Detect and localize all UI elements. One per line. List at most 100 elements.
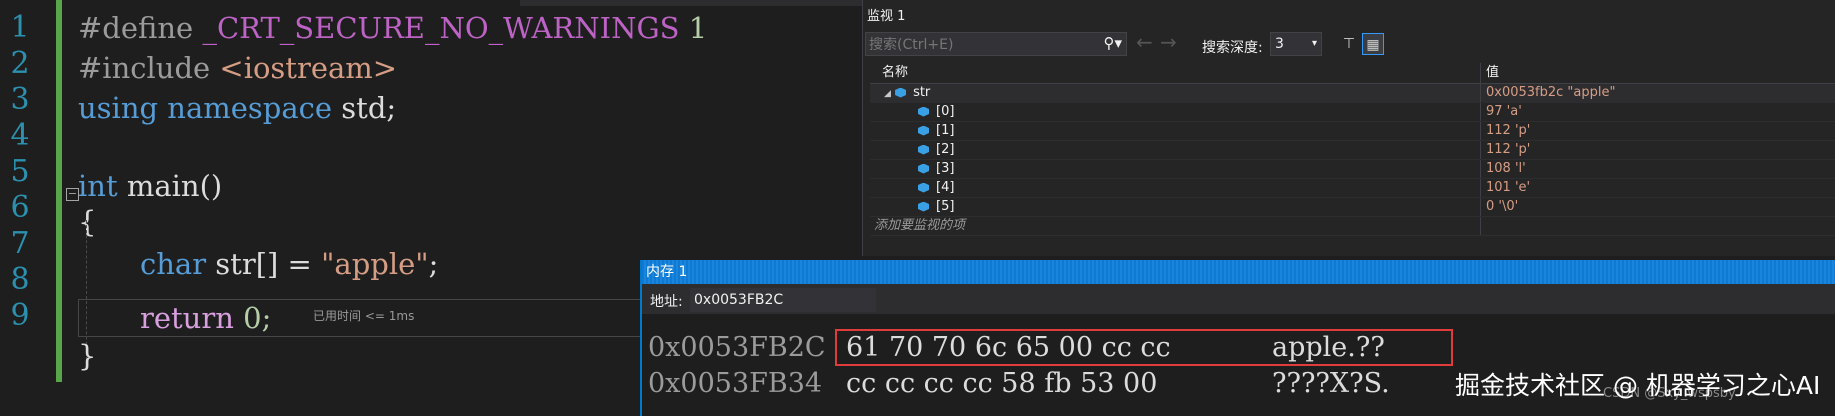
field-icon (918, 182, 929, 193)
semicolon: ; (428, 247, 439, 281)
collapse-arrow-icon[interactable]: ◢ (884, 89, 891, 99)
line-number: 7 (10, 226, 30, 261)
variable-icon (895, 87, 907, 98)
column-header-name[interactable]: 名称 (882, 63, 908, 83)
column-separator (1480, 160, 1481, 178)
search-depth-select[interactable]: 3 ▾ (1270, 32, 1322, 56)
include-header: <iostream> (219, 51, 398, 85)
watch-item-value[interactable]: 112 'p' (1486, 141, 1530, 159)
code-line-3[interactable]: using namespace std; (78, 88, 396, 128)
memory-row-address: 0x0053FB34 (648, 368, 823, 399)
keyword-char: char (140, 247, 207, 281)
memory-row-chars[interactable]: ????X?S. (1272, 366, 1390, 402)
watch-var-name: str (913, 85, 931, 100)
memory-address-bar: 地址: (642, 284, 1835, 314)
watch-row-item[interactable]: [3] 108 'l' (870, 160, 1835, 179)
watch-item-name: [5] (936, 199, 955, 214)
keyword-return: return (140, 301, 234, 335)
watch-item-value[interactable]: 108 'l' (1486, 160, 1526, 178)
line-number: 4 (10, 118, 30, 153)
line-number: 9 (10, 298, 30, 333)
preprocessor-directive: #include (78, 51, 211, 85)
namespace-std: std; (341, 91, 397, 125)
watch-item-name: [0] (936, 104, 955, 119)
function-main: main() (126, 169, 223, 203)
pin-filter-icon[interactable]: ⊤ (1338, 33, 1360, 55)
address-input[interactable] (690, 288, 876, 312)
keyword-namespace: namespace (167, 91, 333, 125)
watch-item-name: [1] (936, 123, 955, 138)
column-separator (1480, 122, 1481, 140)
chevron-down-icon: ▾ (1311, 38, 1317, 49)
code-line-1[interactable]: #define _CRT_SECURE_NO_WARNINGS 1 (78, 8, 707, 48)
field-icon (918, 163, 929, 174)
watch-row-item[interactable]: [4] 101 'e' (870, 179, 1835, 198)
address-label: 地址: (650, 294, 683, 310)
search-back-arrow-icon[interactable]: ← (1136, 32, 1153, 52)
add-watch-placeholder[interactable]: 添加要监视的项 (874, 217, 965, 235)
watch-item-value[interactable]: 112 'p' (1486, 122, 1530, 140)
close-brace: } (78, 339, 97, 373)
juejin-watermark: 掘金技术社区 @ 机器学习之心AI (1455, 371, 1821, 400)
watch-row-item[interactable]: [5] 0 '\0' (870, 198, 1835, 217)
search-depth-value: 3 (1275, 36, 1284, 52)
watch-row-add[interactable]: 添加要监视的项 (870, 217, 1835, 236)
field-icon (918, 201, 929, 212)
field-icon (918, 106, 929, 117)
watch-item-name: [2] (936, 142, 955, 157)
watch-item-value[interactable]: 0 '\0' (1486, 198, 1518, 216)
perf-tip-elapsed-time[interactable]: 已用时间 <= 1ms (313, 306, 414, 326)
watch-grid-header: 名称 值 (870, 63, 1835, 84)
column-separator (1480, 179, 1481, 197)
code-line-8[interactable]: return 0; (140, 298, 271, 338)
change-indicator-bar (56, 0, 62, 382)
column-separator[interactable] (1480, 63, 1481, 83)
code-line-2[interactable]: #include <iostream> (78, 48, 397, 88)
line-number: 2 (10, 46, 30, 81)
column-separator (1480, 217, 1481, 235)
memory-row-address: 0x0053FB2C (648, 332, 826, 363)
line-number: 5 (10, 154, 30, 189)
code-line-7[interactable]: char str[] = "apple"; (140, 244, 438, 284)
watch-var-value[interactable]: 0x0053fb2c "apple" (1486, 84, 1615, 102)
memory-window-title[interactable]: 内存 1 (642, 260, 1835, 284)
column-header-value[interactable]: 值 (1486, 63, 1499, 83)
column-toggle-icon[interactable]: ▦ (1362, 33, 1384, 55)
search-icon[interactable]: ⚲▾ (1103, 34, 1122, 52)
code-line-5[interactable]: int main() (78, 166, 222, 206)
string-literal: "apple" (321, 247, 429, 281)
macro-name: _CRT_SECURE_NO_WARNINGS (202, 11, 680, 45)
line-number: 1 (10, 10, 30, 45)
field-icon (918, 144, 929, 155)
watch-item-name: [3] (936, 161, 955, 176)
watch-grid: 名称 值 ◢ str 0x0053fb2c "apple" [0] 97 'a'… (870, 63, 1835, 236)
keyword-using: using (78, 91, 159, 125)
search-forward-arrow-icon[interactable]: → (1160, 32, 1177, 52)
watch-item-value[interactable]: 97 'a' (1486, 103, 1522, 121)
watch-row-item[interactable]: [2] 112 'p' (870, 141, 1835, 160)
line-number: 8 (10, 262, 30, 297)
preprocessor-directive: #define (78, 11, 194, 45)
field-icon (918, 125, 929, 136)
return-value: 0; (243, 301, 272, 335)
keyword-int: int (78, 169, 118, 203)
search-depth-label: 搜索深度: (1202, 40, 1263, 56)
declaration: str[] = (215, 247, 312, 281)
line-number-gutter: 1 2 3 4 5 6 7 8 9 (0, 0, 58, 416)
code-line-9[interactable]: } (78, 336, 96, 376)
memory-highlight-box (835, 329, 1453, 366)
column-separator (1480, 141, 1481, 159)
column-separator (1480, 103, 1481, 121)
macro-value: 1 (688, 11, 708, 45)
watch-row-item[interactable]: [0] 97 'a' (870, 103, 1835, 122)
watch-search-input[interactable] (866, 33, 1091, 57)
watch-item-name: [4] (936, 180, 955, 195)
watch-row-root[interactable]: ◢ str 0x0053fb2c "apple" (870, 84, 1835, 103)
column-separator (1480, 198, 1481, 216)
watch-window-title[interactable]: 监视 1 (863, 6, 1835, 28)
watch-item-value[interactable]: 101 'e' (1486, 179, 1530, 197)
watch-search-box[interactable]: ⚲▾ (865, 32, 1127, 57)
column-separator (1480, 84, 1481, 102)
watch-row-item[interactable]: [1] 112 'p' (870, 122, 1835, 141)
memory-row-bytes[interactable]: cc cc cc cc 58 fb 53 00 (846, 366, 1157, 402)
